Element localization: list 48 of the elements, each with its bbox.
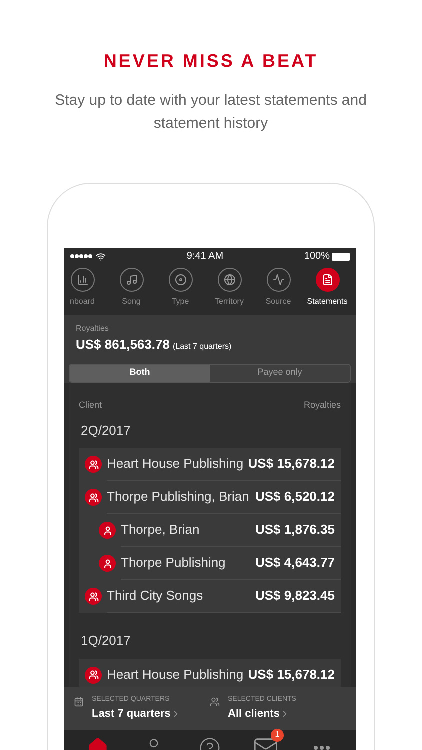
clock: 9:41 AM <box>186 250 224 264</box>
period-note: (Last 7 quarters) <box>172 341 232 353</box>
royalty-amount: US$ 15,678.12 <box>248 666 335 684</box>
total-amount: US$ 861,563.78 <box>76 336 170 354</box>
document-icon <box>316 268 340 292</box>
summary-label: Royalties <box>76 323 110 335</box>
royalty-amount: US$ 1,876.35 <box>255 521 335 540</box>
category-tab[interactable]: nboard <box>64 265 107 308</box>
category-tab[interactable]: Song <box>107 265 156 308</box>
client-name[interactable]: Heart House Publishing <box>107 664 244 684</box>
people-icon <box>210 697 220 707</box>
person-icon <box>99 555 116 572</box>
person-icon <box>99 522 116 539</box>
wave-icon <box>266 268 290 292</box>
people-icon <box>85 666 102 684</box>
battery-level: 100% <box>304 250 330 264</box>
column-header: Client <box>79 399 102 412</box>
client-name[interactable]: Thorpe Publishing <box>121 553 226 573</box>
column-header: Royalties <box>304 399 341 412</box>
client-name[interactable]: Heart House Publishing <box>107 454 244 474</box>
royalty-amount: US$ 4,643.77 <box>255 554 335 572</box>
royalty-amount: US$ 15,678.12 <box>248 455 335 474</box>
category-tab[interactable]: Source <box>254 265 303 308</box>
royalty-amount: US$ 9,823.45 <box>255 587 335 606</box>
wifi-icon <box>96 252 106 262</box>
more-icon <box>314 746 330 750</box>
subtitle: Stay up to date with your latest statements and statement history <box>54 91 368 134</box>
people-icon <box>85 489 102 506</box>
category-tab[interactable]: Type <box>156 265 205 308</box>
quarter-heading: 1Q/2017 <box>81 632 132 650</box>
segment[interactable]: Payee only <box>210 364 350 382</box>
calendar-icon <box>74 697 84 707</box>
client-name[interactable]: Thorpe Publishing, Brian <box>107 487 250 507</box>
globe-icon <box>218 268 242 292</box>
segment[interactable]: Both <box>70 364 210 382</box>
bar-chart-icon <box>70 268 94 292</box>
music-note-icon <box>120 268 144 292</box>
headline: NEVER MISS A BEAT <box>104 50 318 73</box>
client-name[interactable]: Third City Songs <box>107 586 204 606</box>
royalty-amount: US$ 6,520.12 <box>255 488 335 506</box>
category-tab[interactable]: Statements <box>303 265 352 308</box>
quarter-heading: 2Q/2017 <box>81 422 132 440</box>
people-icon <box>85 588 102 605</box>
signal-icon <box>70 254 94 259</box>
category-tab[interactable]: Territory <box>205 265 254 308</box>
people-icon <box>85 456 102 473</box>
battery-icon <box>332 252 350 260</box>
client-name[interactable]: Thorpe, Brian <box>121 520 200 540</box>
